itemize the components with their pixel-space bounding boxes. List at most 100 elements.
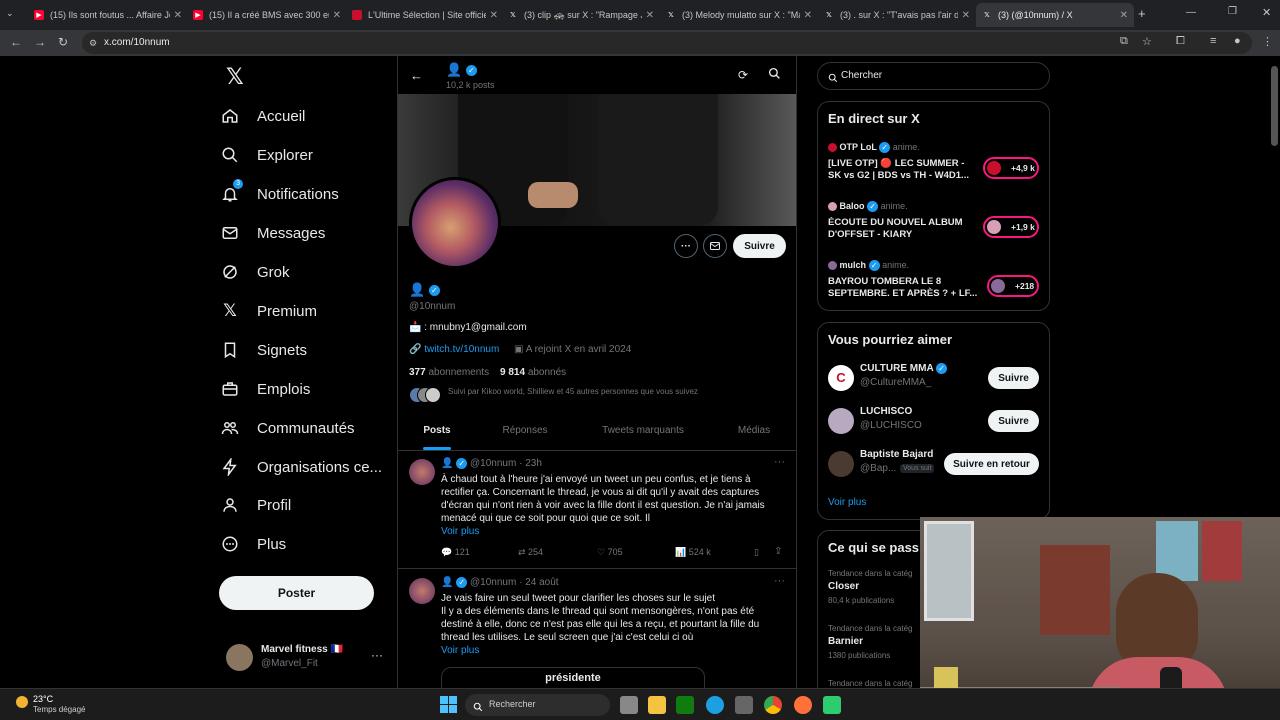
firefox-icon[interactable] <box>794 696 812 714</box>
following-link[interactable]: 377 abonnements <box>409 367 489 378</box>
bookmark-star-icon[interactable]: ☆ <box>1142 35 1152 48</box>
nav-item-more[interactable]: Plus <box>219 525 286 563</box>
browser-tab[interactable]: ▶ (15) Il a créé BMS avec 300 eur ✕ <box>187 3 347 27</box>
views-button[interactable]: 📊 524 k <box>675 547 711 558</box>
nav-item-jobs[interactable]: Emplois <box>219 370 310 408</box>
browser-tab[interactable]: 𝕏 (3) clip 🚓 sur X : "Rampage Ja ✕ <box>502 3 660 27</box>
followers-link[interactable]: 9 814 abonnés <box>500 367 566 378</box>
tab-media[interactable]: Médias <box>714 412 794 450</box>
nav-item-home[interactable]: Accueil <box>219 97 305 135</box>
tab-close-icon[interactable]: ✕ <box>1120 10 1128 21</box>
nav-item-profile[interactable]: Profil <box>219 486 291 524</box>
like-button[interactable]: ♡ 705 <box>597 547 623 558</box>
live-item[interactable]: mulch ✓ anime. BAYROU TOMBERA LE 8 SEPTE… <box>828 260 1042 308</box>
chrome-icon[interactable] <box>764 696 782 714</box>
follow-button[interactable]: Suivre <box>988 410 1039 432</box>
follow-button[interactable]: Suivre <box>733 234 786 258</box>
forward-arrow-icon[interactable]: → <box>34 35 46 49</box>
tab-close-icon[interactable]: ✕ <box>174 10 182 21</box>
task-view-icon[interactable] <box>620 696 638 714</box>
reload-icon[interactable]: ↻ <box>58 35 68 49</box>
nav-item-messages[interactable]: Messages <box>219 214 325 252</box>
taskbar-search[interactable]: Rechercher <box>465 694 610 716</box>
more-dots-icon[interactable]: ··· <box>774 575 785 587</box>
tab-close-icon[interactable]: ✕ <box>646 10 654 21</box>
tab-close-icon[interactable]: ✕ <box>962 10 970 21</box>
follow-back-button[interactable]: Suivre en retour <box>944 453 1039 475</box>
bookmark-icon[interactable]: ▯ <box>754 547 759 558</box>
x-logo-icon[interactable]: 𝕏 <box>226 64 244 90</box>
nav-item-grok[interactable]: Grok <box>219 253 290 291</box>
show-more-link[interactable]: Voir plus <box>828 497 866 508</box>
menu-kebab-icon[interactable]: ⋮ <box>1262 35 1273 48</box>
tab-close-icon[interactable]: ✕ <box>333 10 341 21</box>
message-button[interactable] <box>703 234 727 258</box>
profile-link[interactable]: 🔗 twitch.tv/10nnum <box>409 344 499 355</box>
reading-list-icon[interactable]: ≡ <box>1210 35 1216 47</box>
account-switcher[interactable]: Marvel fitness 🇫🇷 @Marvel_Fit ··· <box>226 642 386 676</box>
bell-icon: 3 <box>219 179 243 205</box>
minimize-button[interactable]: — <box>1186 7 1196 18</box>
nav-item-explore[interactable]: Explorer <box>219 136 313 174</box>
share-icon[interactable]: ⇪ <box>774 546 782 557</box>
store-icon[interactable] <box>735 696 753 714</box>
nav-item-bookmarks[interactable]: Signets <box>219 331 307 369</box>
url-bar[interactable]: ⚙ x.com/10nnum <box>82 32 1252 54</box>
show-more-link[interactable]: Voir plus <box>441 645 479 656</box>
tab-posts[interactable]: Posts <box>398 412 476 450</box>
nav-item-organizations[interactable]: Organisations ce... <box>219 448 382 486</box>
nav-item-notifications[interactable]: 3 Notifications <box>219 175 339 213</box>
extensions-icon[interactable]: ⧠ <box>1176 35 1185 48</box>
grok-icon[interactable]: ⟳ <box>738 68 748 82</box>
app-icon[interactable] <box>823 696 841 714</box>
suggestion-row[interactable]: C CULTURE MMA ✓ @CultureMMA_ Suivre <box>828 361 1042 399</box>
edge-icon[interactable] <box>706 696 724 714</box>
follow-button[interactable]: Suivre <box>988 367 1039 389</box>
tweet[interactable]: 👤 ✓ @10nnum · 23h ··· À chaud tout à l'h… <box>398 451 796 569</box>
site-info-icon[interactable]: ⚙ <box>89 32 97 54</box>
reply-button[interactable]: 💬 121 <box>441 547 470 558</box>
tab-highlights[interactable]: Tweets marquants <box>580 412 706 450</box>
more-dots-icon[interactable]: ··· <box>371 648 383 662</box>
tab-list-chevron-icon[interactable]: ⌄ <box>6 8 14 19</box>
back-arrow-icon[interactable]: ← <box>10 35 22 49</box>
weather-widget[interactable]: 23°C Temps dégagé <box>12 693 102 717</box>
maximize-button[interactable]: ❐ <box>1228 6 1237 17</box>
tweet[interactable]: 👤 ✓ @10nnum · 24 août ··· Je vais faire … <box>398 570 796 688</box>
profile-avatar[interactable] <box>409 177 501 269</box>
suggestion-row[interactable]: Baptiste Bajard @Bap... Vous suit Suivre… <box>828 447 1042 485</box>
nav-item-premium[interactable]: 𝕏 Premium <box>219 292 317 330</box>
more-dots-icon[interactable]: ··· <box>774 456 785 468</box>
live-item[interactable]: Baloo ✓ anime. ÉCOUTE DU NOUVEL ALBUM D'… <box>828 201 1042 249</box>
tab-close-icon[interactable]: ✕ <box>490 10 498 21</box>
embedded-image[interactable]: présidente <box>441 667 705 688</box>
more-options-button[interactable]: ··· <box>674 234 698 258</box>
start-button[interactable] <box>440 696 457 713</box>
retweet-button[interactable]: ⇄ 254 <box>518 547 543 558</box>
webcam-shelf <box>1040 545 1110 635</box>
browser-tab[interactable]: L'Ultime Sélection | Site officiel ✕ <box>346 3 504 27</box>
suggestion-row[interactable]: LUCHISCO @LUCHISCO Suivre <box>828 404 1042 442</box>
browser-tab[interactable]: 𝕏 (3) . sur X : "T'avais pas l'air de ✕ <box>818 3 976 27</box>
browser-tab[interactable]: 𝕏 (3) Melody mulatto sur X : "Ma ✕ <box>660 3 818 27</box>
install-app-icon[interactable]: ⧉ <box>1120 35 1128 48</box>
nav-item-communities[interactable]: Communautés <box>219 409 355 447</box>
search-box[interactable]: Chercher <box>817 62 1050 90</box>
back-arrow-icon[interactable]: ← <box>410 68 423 83</box>
browser-tab[interactable]: ▶ (15) Ils sont foutus ... Affaire Je ✕ <box>28 3 188 27</box>
browser-tab-active[interactable]: 𝕏 (3) (@10nnum) / X ✕ <box>976 3 1134 27</box>
profile-bio: 📩 : mnubny1@gmail.com <box>409 322 527 333</box>
followed-by-text[interactable]: Suivi par Kikoo world, Shilliew et 45 au… <box>448 387 698 396</box>
profile-avatar-icon[interactable]: ● <box>1234 35 1241 47</box>
show-more-link[interactable]: Voir plus <box>441 526 479 537</box>
new-tab-button[interactable]: + <box>1138 6 1146 21</box>
page-scrollbar[interactable] <box>1271 66 1278 146</box>
post-button[interactable]: Poster <box>219 576 374 610</box>
close-window-button[interactable]: ✕ <box>1262 6 1271 19</box>
tab-replies[interactable]: Réponses <box>478 412 572 450</box>
file-explorer-icon[interactable] <box>648 696 666 714</box>
tab-close-icon[interactable]: ✕ <box>804 10 812 21</box>
live-item[interactable]: OTP LoL ✓ anime. [LIVE OTP] 🔴 LEC SUMMER… <box>828 142 1042 190</box>
search-icon[interactable] <box>768 67 781 85</box>
xbox-icon[interactable] <box>676 696 694 714</box>
